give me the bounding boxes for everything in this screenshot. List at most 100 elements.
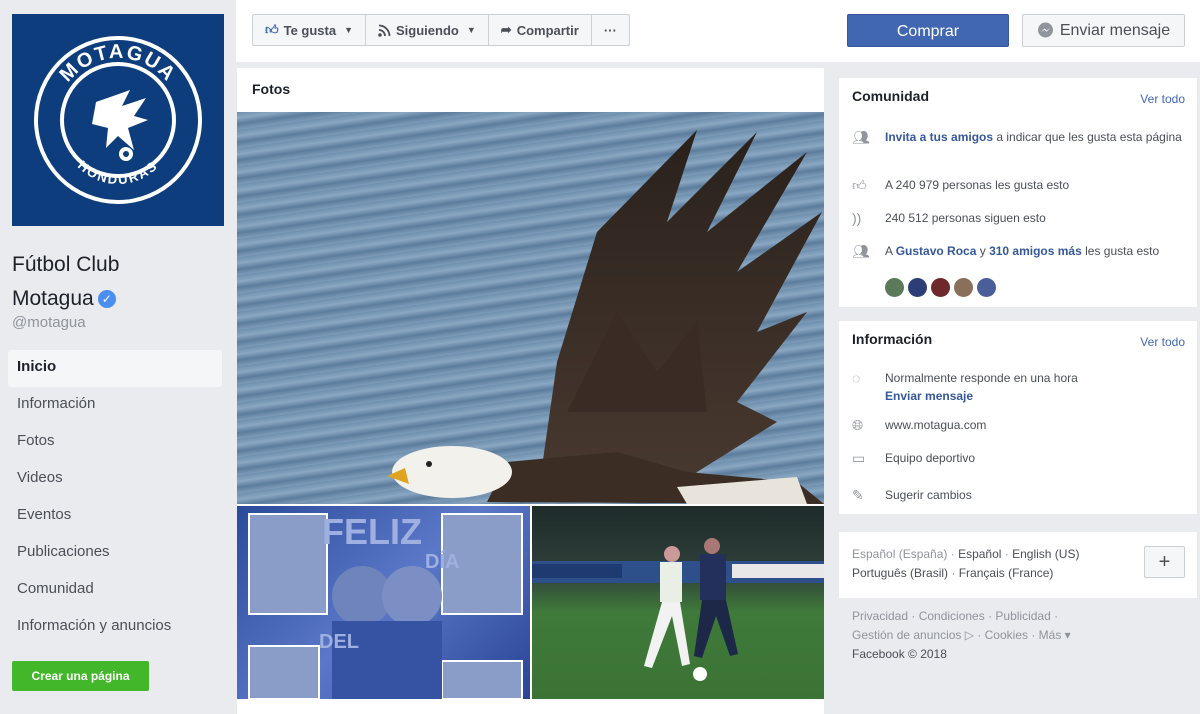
share-arrow-icon: ➦ xyxy=(500,22,512,37)
language-list: Español (España) · Español · English (US… xyxy=(852,545,1079,583)
banner-word-del: DEL xyxy=(319,631,359,653)
suggest-row: ✎ Sugerir cambios xyxy=(852,486,1187,504)
language-separator: · xyxy=(1001,547,1013,561)
website-link[interactable]: www.motagua.com xyxy=(885,416,986,434)
send-message-link[interactable]: Enviar mensaje xyxy=(885,389,973,403)
thumbs-up-icon: 👍︎ xyxy=(265,22,279,37)
language-link[interactable]: Português (Brasil) xyxy=(852,566,948,580)
website-row: 🌐︎ www.motagua.com xyxy=(852,416,1187,434)
people-icon: 👥︎ xyxy=(852,129,870,145)
people-icon: 👥︎ xyxy=(852,243,870,259)
language-link[interactable]: Español xyxy=(958,547,1001,561)
eagle-image-icon xyxy=(387,130,824,504)
globe-icon: 🌐︎ xyxy=(852,417,864,433)
caret-down-icon: ▼ xyxy=(344,25,354,35)
page-title[interactable]: Fútbol Club Motagua ✓ xyxy=(12,248,222,316)
avatar[interactable] xyxy=(908,278,927,297)
buy-button[interactable]: Comprar xyxy=(847,14,1009,47)
nav-item-comunidad[interactable]: Comunidad xyxy=(8,572,222,609)
info-card: Información Ver todo ◌ Normalmente respo… xyxy=(839,321,1197,514)
followers-row: )) 240 512 personas siguen esto xyxy=(852,209,1187,227)
collage-image-icon: FELIZ DÍA DEL xyxy=(248,511,523,699)
send-message-button[interactable]: Enviar mensaje xyxy=(1022,14,1185,47)
like-label: Te gusta xyxy=(283,22,337,38)
banner-word-dia: DÍA xyxy=(425,550,459,573)
following-label: Siguiendo xyxy=(396,22,459,38)
invite-friends-link[interactable]: Invita a tus amigos xyxy=(885,130,993,144)
footer-links: Privacidad · Condiciones · Publicidad · … xyxy=(852,607,1071,664)
like-button[interactable]: 👍︎ Te gusta ▼ xyxy=(253,15,367,45)
community-card: Comunidad Ver todo 👥︎ Invita a tus amigo… xyxy=(839,78,1197,307)
language-separator: · xyxy=(947,547,959,561)
community-see-all-link[interactable]: Ver todo xyxy=(1140,92,1185,106)
friends-mid: y xyxy=(976,244,990,258)
footer-line-2[interactable]: Gestión de anuncios ▷ · Cookies · Más ▾ xyxy=(852,626,1071,645)
more-friends-link[interactable]: 310 amigos más xyxy=(989,244,1082,258)
page-action-bar: 👍︎ Te gusta ▼ Siguiendo ▼ ➦ Compartir ··… xyxy=(236,0,1200,62)
nav-item-videos[interactable]: Videos xyxy=(8,461,222,498)
rss-icon xyxy=(378,24,391,37)
invite-friends-row: 👥︎ Invita a tus amigos a indicar que les… xyxy=(852,128,1187,146)
page-nav: Inicio Información Fotos Videos Eventos … xyxy=(8,350,222,646)
avatar[interactable] xyxy=(977,278,996,297)
photo-dia-del-nino[interactable]: FELIZ DÍA DEL xyxy=(237,506,530,699)
left-column: MOTAGUA HONDURAS Fútbol Club Motagua ✓ @m… xyxy=(0,0,234,714)
nav-item-eventos[interactable]: Eventos xyxy=(8,498,222,535)
nav-item-informacion-anuncios[interactable]: Información y anuncios xyxy=(8,609,222,646)
soccer-match-image-icon xyxy=(532,538,824,681)
likes-row: 👍︎ A 240 979 personas les gusta esto xyxy=(852,176,1187,194)
avatar[interactable] xyxy=(885,278,904,297)
share-label: Compartir xyxy=(516,22,579,38)
caret-down-icon: ▼ xyxy=(466,25,476,35)
likes-count-text: A 240 979 personas les gusta esto xyxy=(885,178,1070,192)
avatar[interactable] xyxy=(931,278,950,297)
language-link[interactable]: Français (France) xyxy=(959,566,1054,580)
invite-friends-text: a indicar que les gusta esta página xyxy=(993,130,1182,144)
rss-icon: )) xyxy=(852,210,862,226)
messenger-icon: ◌ xyxy=(852,370,861,386)
send-message-label: Enviar mensaje xyxy=(1059,21,1171,39)
thumbs-up-icon: 👍︎ xyxy=(852,177,867,193)
create-page-button[interactable]: Crear una página xyxy=(12,661,149,691)
following-button[interactable]: Siguiendo ▼ xyxy=(366,15,489,45)
avatar[interactable] xyxy=(954,278,973,297)
footer-copyright: Facebook © 2018 xyxy=(852,647,947,661)
suggest-edits-link[interactable]: Sugerir cambios xyxy=(885,486,972,504)
photos-card: Fotos FELIZ DÍA DEL xyxy=(237,68,824,714)
language-link[interactable]: English (US) xyxy=(1012,547,1079,561)
category-row: ▭ Equipo deportivo xyxy=(852,449,1187,467)
photos-title[interactable]: Fotos xyxy=(252,81,290,97)
friend-name-link[interactable]: Gustavo Roca xyxy=(896,244,977,258)
friends-like-row: 👥︎ A Gustavo Roca y 310 amigos más les g… xyxy=(852,242,1187,260)
more-options-button[interactable]: ··· xyxy=(592,15,629,45)
current-language: Español (España) xyxy=(852,547,948,561)
action-button-group: 👍︎ Te gusta ▼ Siguiendo ▼ ➦ Compartir ··… xyxy=(252,14,630,46)
community-title: Comunidad xyxy=(852,88,929,104)
nav-item-inicio[interactable]: Inicio xyxy=(8,350,222,387)
add-language-button[interactable]: + xyxy=(1144,546,1185,578)
page-title-line2: Motagua xyxy=(12,287,94,310)
messenger-icon xyxy=(1037,22,1053,38)
profile-logo[interactable]: MOTAGUA HONDURAS xyxy=(12,14,224,226)
footer-line-1[interactable]: Privacidad · Condiciones · Publicidad · xyxy=(852,607,1071,626)
friends-prefix: A xyxy=(885,244,896,258)
pencil-icon: ✎ xyxy=(852,487,864,503)
banner-word-feliz: FELIZ xyxy=(322,511,422,552)
share-button[interactable]: ➦ Compartir xyxy=(489,15,592,45)
friends-suffix: les gusta esto xyxy=(1081,244,1160,258)
friend-avatars xyxy=(885,278,996,297)
nav-item-informacion[interactable]: Información xyxy=(8,387,222,424)
photo-match[interactable] xyxy=(532,506,824,699)
followers-count-text: 240 512 personas siguen esto xyxy=(885,211,1046,225)
info-title: Información xyxy=(852,331,933,347)
photo-eagle[interactable] xyxy=(237,112,824,504)
category-link[interactable]: Equipo deportivo xyxy=(885,449,975,467)
nav-item-publicaciones[interactable]: Publicaciones xyxy=(8,535,222,572)
response-time-text: Normalmente responde en una hora xyxy=(885,371,1078,385)
page-handle[interactable]: @motagua xyxy=(12,314,86,331)
category-icon: ▭ xyxy=(852,450,866,466)
info-see-all-link[interactable]: Ver todo xyxy=(1140,335,1185,349)
nav-item-fotos[interactable]: Fotos xyxy=(8,424,222,461)
response-row: ◌ Normalmente responde en una hora Enviar… xyxy=(852,369,1187,405)
language-separator: · xyxy=(948,566,959,580)
